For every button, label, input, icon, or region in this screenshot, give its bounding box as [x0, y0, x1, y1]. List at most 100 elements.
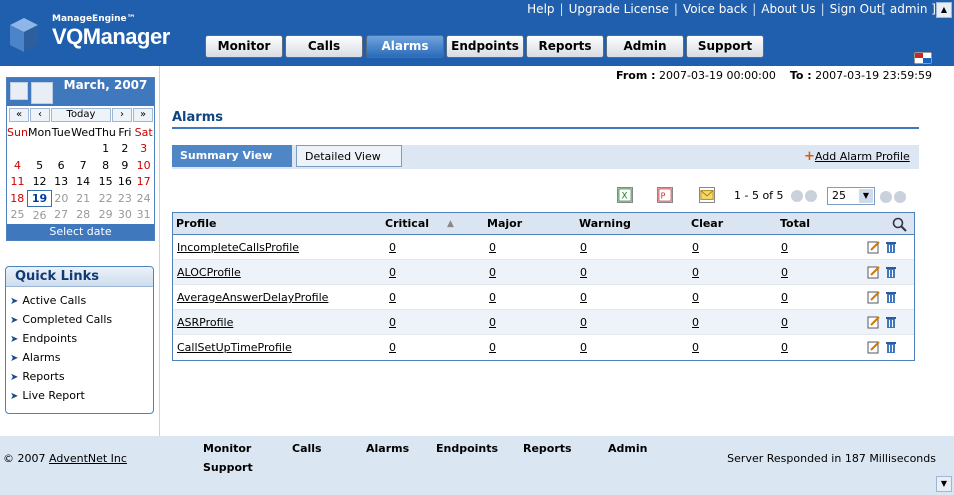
calendar-day[interactable]: 11 [7, 174, 28, 191]
calendar-day[interactable]: 31 [134, 207, 154, 224]
next-month-button[interactable]: › [112, 108, 132, 122]
excel-export-icon[interactable]: X [617, 187, 633, 203]
vqmanager-logo[interactable]: ManageEngine™ VQManager [8, 10, 198, 60]
next-year-button[interactable]: » [133, 108, 153, 122]
calendar-day[interactable]: 12 [28, 174, 51, 191]
calendar-day[interactable]: 24 [134, 190, 154, 207]
calendar-day[interactable]: 16 [116, 174, 134, 191]
count-link[interactable]: 0 [489, 241, 496, 254]
calendar-icon[interactable] [10, 82, 28, 100]
first-page-icon[interactable] [790, 190, 803, 202]
edit-icon[interactable] [867, 265, 881, 279]
col-total[interactable]: Total [780, 213, 810, 235]
calendar-range-icon[interactable] [31, 82, 53, 104]
total-count[interactable]: 0 [781, 235, 788, 260]
edit-icon[interactable] [867, 340, 881, 354]
pdf-export-icon[interactable]: P [657, 187, 673, 203]
col-profile[interactable]: Profile [176, 213, 216, 235]
quick-link-completed-calls[interactable]: ➤ Completed Calls [6, 310, 153, 329]
nav-calls[interactable]: Calls [285, 35, 363, 58]
count-link[interactable]: 0 [580, 341, 587, 354]
add-alarm-profile-link[interactable]: +Add Alarm Profile [804, 149, 910, 164]
voice-back-link[interactable]: Voice back [683, 2, 747, 16]
col-clear[interactable]: Clear [691, 213, 723, 235]
critical-count[interactable]: 0 [389, 285, 396, 310]
last-page-icon[interactable] [894, 191, 906, 203]
count-link[interactable]: 0 [489, 341, 496, 354]
quick-link-label[interactable]: Live Report [22, 389, 84, 402]
count-link[interactable]: 0 [580, 266, 587, 279]
nav-monitor[interactable]: Monitor [205, 35, 283, 58]
quick-link-active-calls[interactable]: ➤ Active Calls [6, 291, 153, 310]
calendar-day[interactable]: 15 [95, 174, 116, 191]
clear-count[interactable]: 0 [692, 335, 699, 360]
count-link[interactable]: 0 [580, 291, 587, 304]
total-count[interactable]: 0 [781, 260, 788, 285]
warning-count[interactable]: 0 [580, 310, 587, 335]
calendar-day[interactable]: 20 [51, 190, 71, 207]
profile-link[interactable]: AverageAnswerDelayProfile [177, 285, 328, 310]
profile-name[interactable]: AverageAnswerDelayProfile [177, 291, 328, 304]
calendar-day[interactable]: 9 [116, 157, 134, 174]
quick-link-label[interactable]: Active Calls [22, 294, 86, 307]
major-count[interactable]: 0 [489, 310, 496, 335]
count-link[interactable]: 0 [692, 266, 699, 279]
calendar-day[interactable]: 4 [7, 157, 28, 174]
nav-admin[interactable]: Admin [606, 35, 684, 58]
profile-name[interactable]: ALOCProfile [177, 266, 241, 279]
total-count[interactable]: 0 [781, 335, 788, 360]
calendar-day[interactable]: 14 [71, 174, 95, 191]
quick-link-label[interactable]: Endpoints [22, 332, 77, 345]
about-us-link[interactable]: About Us [761, 2, 815, 16]
prev-page-icon[interactable] [804, 190, 817, 202]
critical-count[interactable]: 0 [389, 235, 396, 260]
profile-link[interactable]: IncompleteCallsProfile [177, 235, 299, 260]
next-page-icon[interactable] [880, 191, 892, 203]
major-count[interactable]: 0 [489, 235, 496, 260]
footer-nav-support[interactable]: Support [203, 461, 253, 474]
calendar-day-today[interactable]: 19 [27, 189, 52, 207]
footer-nav-calls[interactable]: Calls [292, 442, 322, 455]
count-link[interactable]: 0 [692, 341, 699, 354]
nav-endpoints[interactable]: Endpoints [446, 35, 524, 58]
quick-link-live-report[interactable]: ➤ Live Report [6, 386, 153, 405]
add-alarm-profile-label[interactable]: Add Alarm Profile [815, 150, 910, 163]
help-link[interactable]: Help [527, 2, 554, 16]
count-link[interactable]: 0 [781, 241, 788, 254]
calendar-day[interactable]: 23 [116, 190, 134, 207]
calendar-day[interactable] [7, 141, 28, 158]
quick-link-alarms[interactable]: ➤ Alarms [6, 348, 153, 367]
select-date-button[interactable]: Select date [7, 224, 154, 240]
calendar-day[interactable]: 8 [95, 157, 116, 174]
clear-count[interactable]: 0 [692, 310, 699, 335]
warning-count[interactable]: 0 [580, 285, 587, 310]
clear-count[interactable]: 0 [692, 285, 699, 310]
col-major[interactable]: Major [487, 213, 522, 235]
quick-link-endpoints[interactable]: ➤ Endpoints [6, 329, 153, 348]
delete-icon[interactable] [884, 340, 898, 354]
warning-count[interactable]: 0 [580, 260, 587, 285]
count-link[interactable]: 0 [489, 291, 496, 304]
count-link[interactable]: 0 [580, 316, 587, 329]
calendar-day[interactable]: 30 [116, 207, 134, 224]
profile-link[interactable]: ASRProfile [177, 310, 233, 335]
warning-count[interactable]: 0 [580, 235, 587, 260]
quick-link-label[interactable]: Completed Calls [22, 313, 112, 326]
vertical-scrollbar[interactable]: ▲ ▼ [934, 0, 954, 495]
footer-nav-alarms[interactable]: Alarms [366, 442, 409, 455]
calendar-day[interactable]: 27 [51, 207, 71, 224]
count-link[interactable]: 0 [692, 316, 699, 329]
total-count[interactable]: 0 [781, 285, 788, 310]
nav-reports[interactable]: Reports [526, 35, 604, 58]
count-link[interactable]: 0 [580, 241, 587, 254]
nav-alarms[interactable]: Alarms [366, 35, 444, 58]
calendar-day[interactable]: 3 [134, 141, 154, 158]
delete-icon[interactable] [884, 290, 898, 304]
email-export-icon[interactable] [699, 187, 715, 203]
col-warning[interactable]: Warning [579, 213, 631, 235]
company-link[interactable]: AdventNet Inc [49, 452, 127, 465]
count-link[interactable]: 0 [489, 316, 496, 329]
quick-link-label[interactable]: Reports [22, 370, 64, 383]
warning-count[interactable]: 0 [580, 335, 587, 360]
count-link[interactable]: 0 [389, 291, 396, 304]
